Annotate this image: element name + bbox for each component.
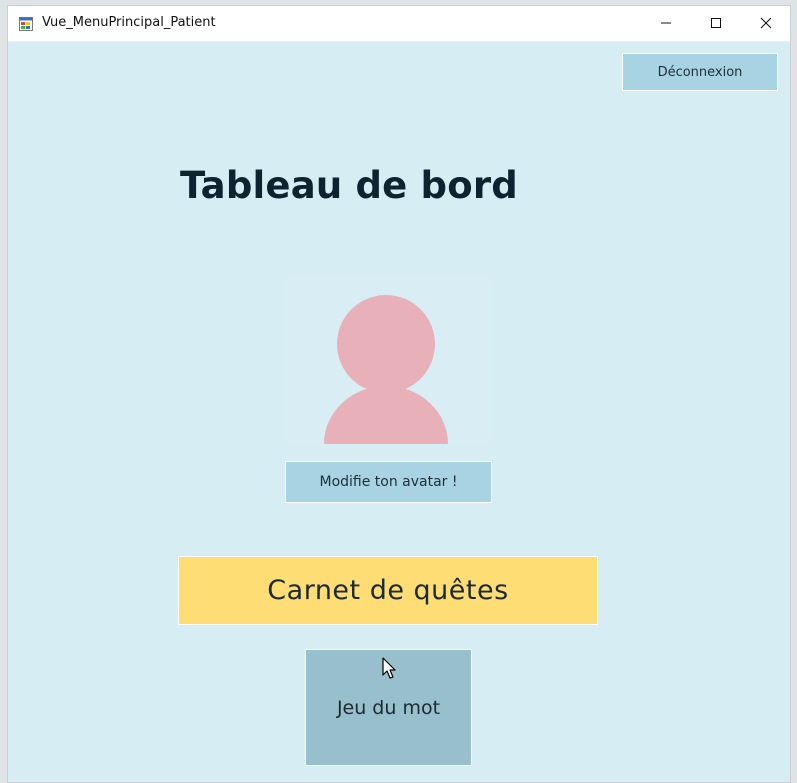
change-avatar-button[interactable]: Modifie ton avatar !	[285, 461, 492, 503]
avatar	[287, 276, 489, 444]
minimize-icon	[660, 14, 672, 33]
logout-button[interactable]: Déconnexion	[622, 53, 778, 91]
app-window-icon	[19, 16, 33, 31]
maximize-button[interactable]	[691, 6, 741, 41]
maximize-icon	[710, 14, 722, 33]
window-title: Vue_MenuPrincipal_Patient	[42, 15, 216, 30]
app-window: Vue_MenuPrincipal_Patient Déconnexion Ta…	[7, 5, 791, 783]
user-avatar-icon	[324, 295, 448, 444]
page-title: Tableau de bord	[180, 164, 518, 207]
title-bar[interactable]: Vue_MenuPrincipal_Patient	[8, 6, 790, 42]
close-icon	[760, 14, 772, 33]
minimize-button[interactable]	[641, 6, 691, 41]
quest-book-button[interactable]: Carnet de quêtes	[178, 556, 598, 625]
close-button[interactable]	[741, 6, 790, 41]
mouse-cursor-icon	[382, 657, 400, 681]
